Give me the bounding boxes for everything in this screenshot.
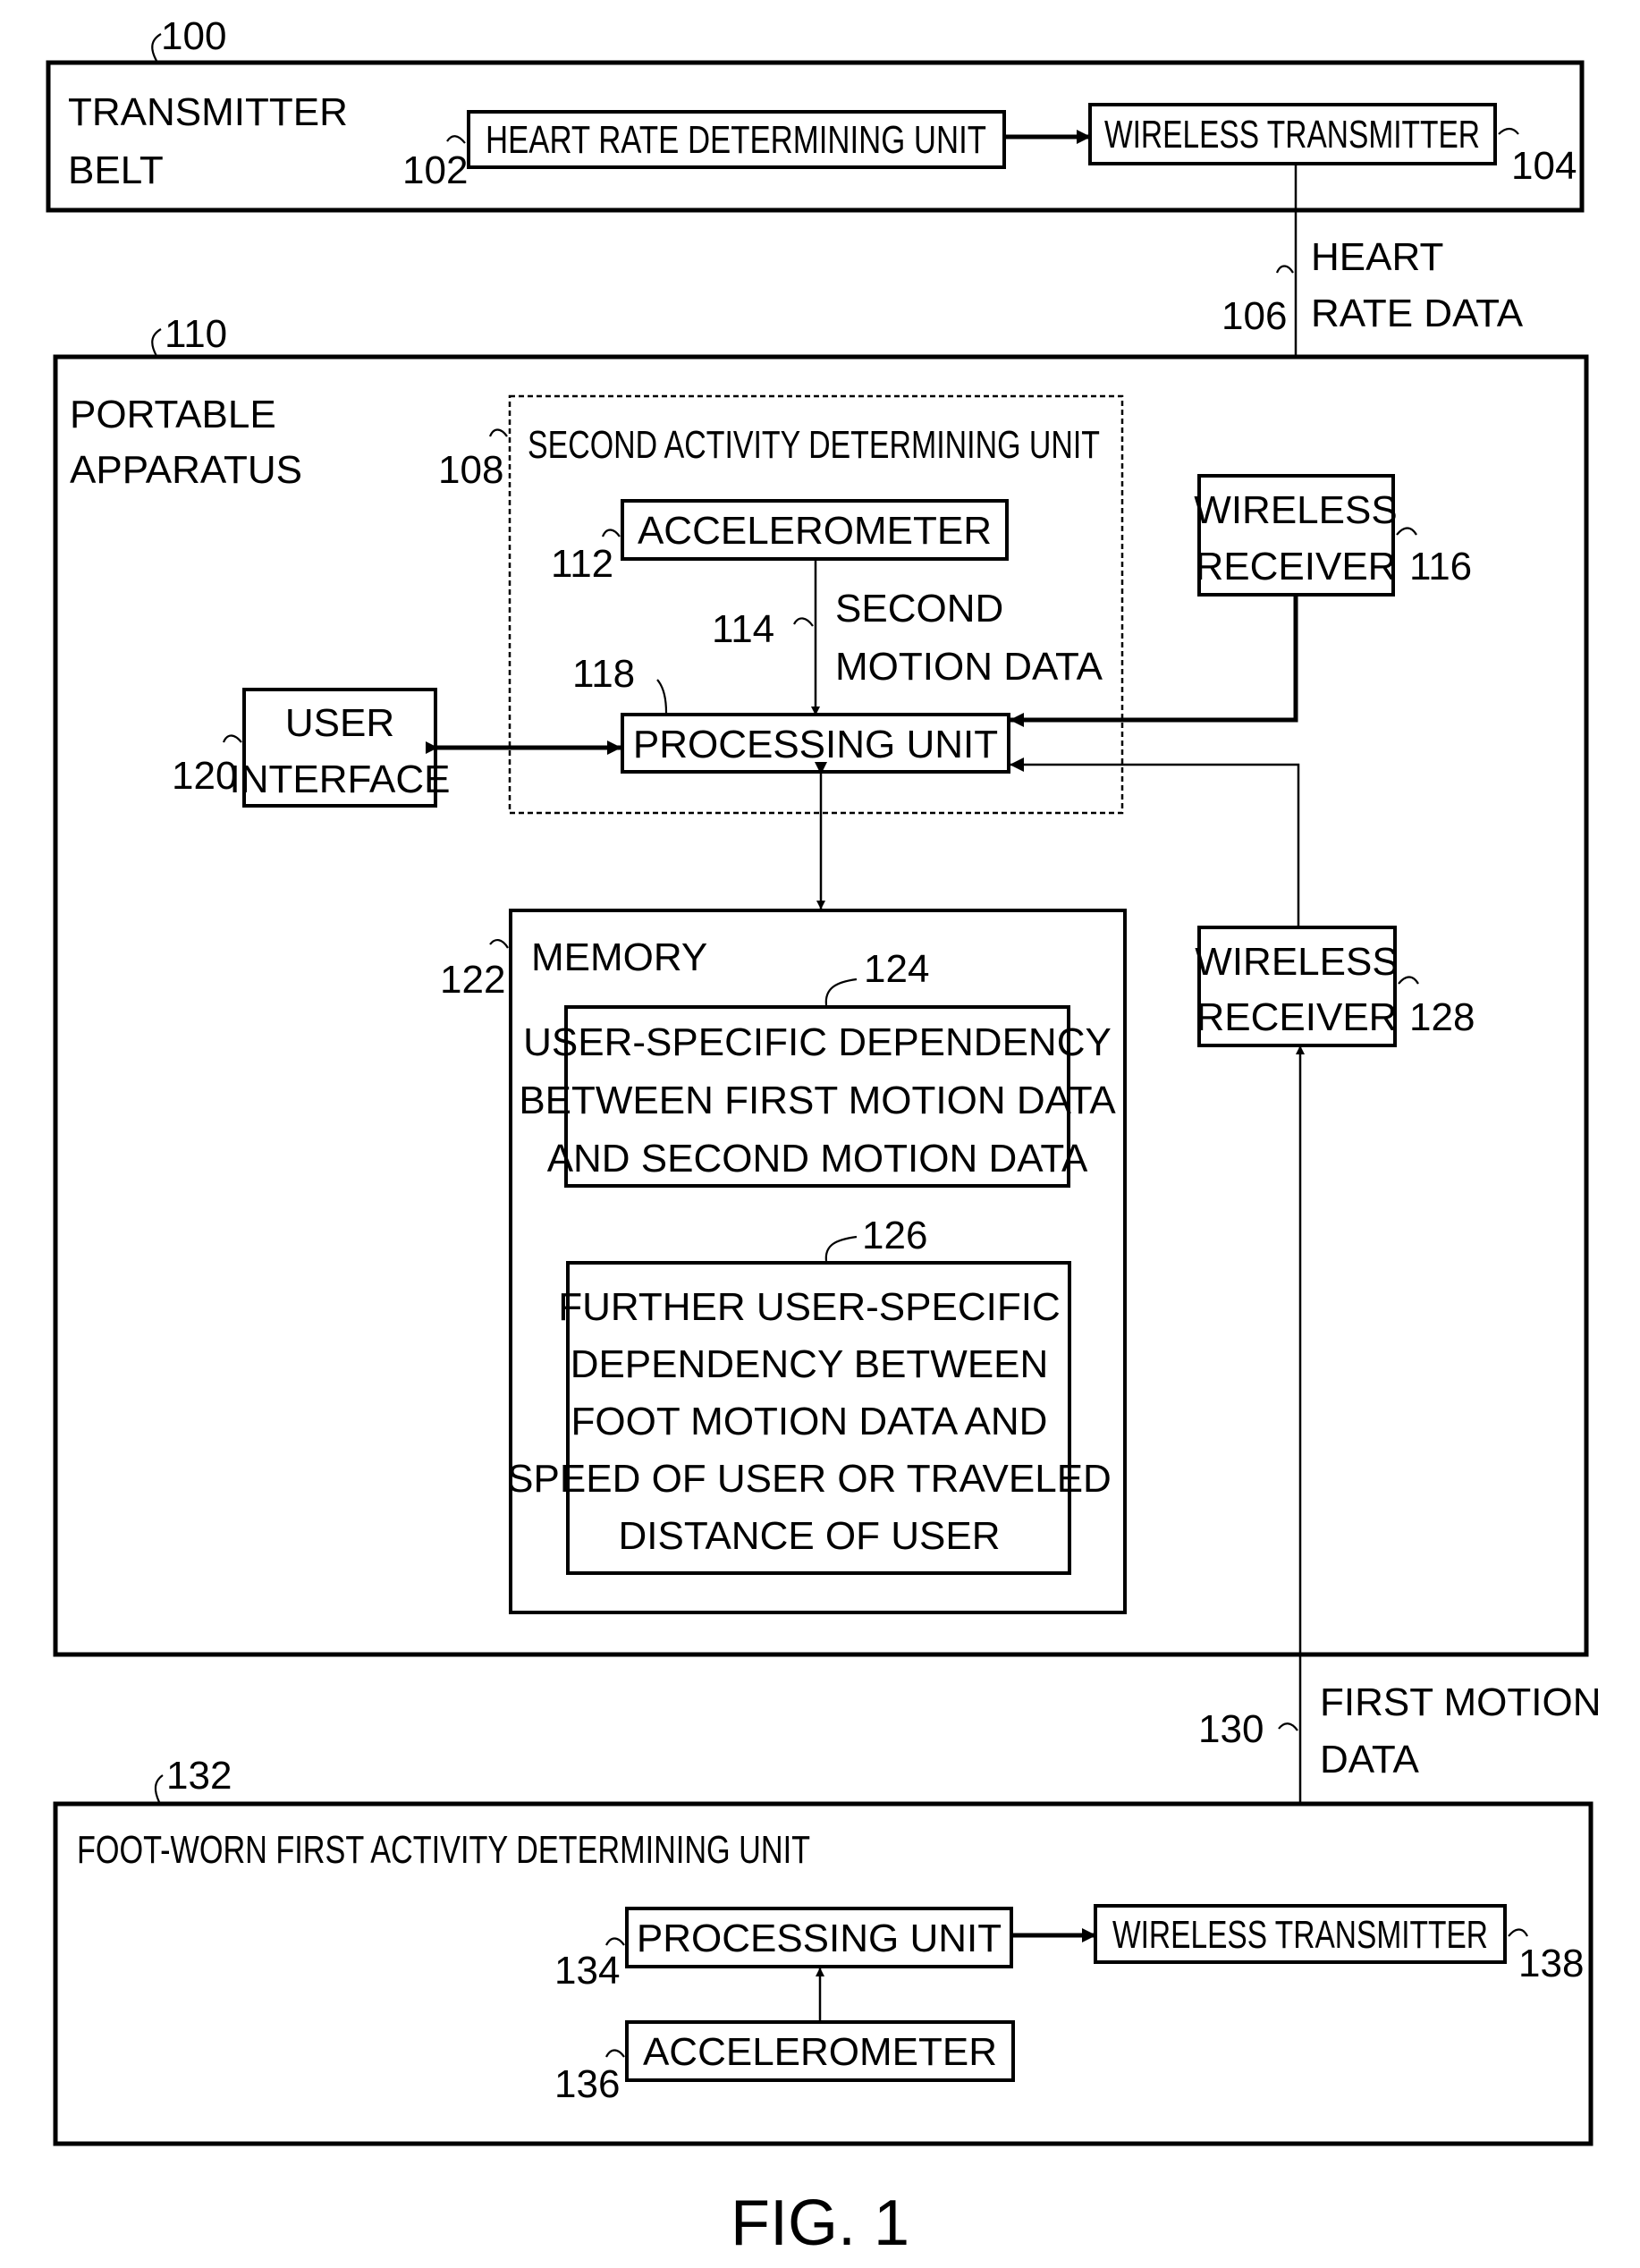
second-motion-data-label-2: MOTION DATA [835, 645, 1103, 689]
ref-100: 100 [161, 14, 226, 58]
second-activity-unit-label: SECOND ACTIVITY DETERMINING UNIT [528, 423, 1100, 467]
wireless-receiver-116-label-2: RECEIVER [1196, 545, 1397, 588]
first-motion-data-label-2: DATA [1320, 1738, 1419, 1781]
dependency-126-line-4: SPEED OF USER OR TRAVELED [507, 1457, 1112, 1501]
ref-104: 104 [1511, 144, 1577, 188]
leader-132 [154, 1774, 164, 1803]
heart-rate-data-label-2: RATE DATA [1311, 292, 1524, 335]
ref-126: 126 [862, 1214, 927, 1257]
leader-130 [1278, 1722, 1298, 1731]
wireless-receiver-128-label-2: RECEIVER [1196, 995, 1398, 1039]
user-interface-label-1: USER [285, 701, 394, 745]
leader-106 [1275, 265, 1294, 274]
accelerometer-1-label: ACCELEROMETER [643, 2030, 997, 2074]
ref-102: 102 [402, 148, 468, 192]
processing-unit-2-label: PROCESSING UNIT [633, 723, 998, 766]
first-motion-data-label-1: FIRST MOTION [1320, 1680, 1602, 1724]
portable-apparatus-label-2: APPARATUS [70, 448, 302, 492]
leader-100 [151, 33, 162, 62]
portable-apparatus-label-1: PORTABLE [70, 393, 276, 436]
ref-118: 118 [572, 652, 635, 696]
ref-136: 136 [554, 2062, 620, 2106]
dependency-124-line-1: USER-SPECIFIC DEPENDENCY [523, 1020, 1112, 1064]
ref-122: 122 [440, 958, 505, 1002]
foot-worn-unit-label: FOOT-WORN FIRST ACTIVITY DETERMINING UNI… [77, 1828, 810, 1872]
processing-unit-1-label: PROCESSING UNIT [637, 1917, 1002, 1960]
dependency-124-line-3: AND SECOND MOTION DATA [547, 1137, 1088, 1181]
dependency-126-line-1: FURTHER USER-SPECIFIC [558, 1285, 1060, 1329]
leader-110 [151, 328, 162, 357]
dependency-124-line-2: BETWEEN FIRST MOTION DATA [519, 1079, 1116, 1122]
ref-124: 124 [864, 947, 929, 991]
heart-rate-unit-label: HEART RATE DETERMINING UNIT [486, 118, 986, 162]
ref-110: 110 [165, 312, 227, 356]
dependency-126-line-3: FOOT MOTION DATA AND [571, 1400, 1048, 1443]
ref-132: 132 [166, 1754, 232, 1798]
foot-worn-unit-block: 132 FOOT-WORN FIRST ACTIVITY DETERMINING… [53, 1754, 1594, 2146]
portable-apparatus-block: 110 PORTABLE APPARATUS SECOND ACTIVITY D… [53, 312, 1589, 1657]
ref-130: 130 [1198, 1707, 1264, 1751]
accelerometer-2-label: ACCELEROMETER [638, 509, 992, 553]
transmitter-belt-label-2: BELT [68, 148, 164, 192]
ref-120: 120 [172, 754, 237, 798]
user-interface-label-2: INTERFACE [230, 757, 451, 801]
block-diagram: 100 TRANSMITTER BELT HEART RATE DETERMIN… [46, 14, 1602, 2259]
memory-label: MEMORY [531, 935, 707, 979]
dependency-126-line-2: DEPENDENCY BETWEEN [571, 1342, 1049, 1386]
second-motion-data-label-1: SECOND [835, 587, 1003, 630]
ref-114: 114 [712, 607, 774, 651]
ref-138: 138 [1518, 1942, 1584, 1985]
wireless-receiver-128-label-1: WIRELESS [1195, 940, 1398, 984]
ref-134: 134 [554, 1949, 620, 1993]
dependency-126-line-5: DISTANCE OF USER [618, 1514, 1000, 1558]
ref-106: 106 [1222, 294, 1287, 338]
transmitter-belt-block: 100 TRANSMITTER BELT HEART RATE DETERMIN… [46, 14, 1585, 213]
transmitter-belt-label-1: TRANSMITTER [68, 90, 348, 134]
wireless-receiver-116-label-1: WIRELESS [1194, 488, 1397, 532]
ref-128: 128 [1409, 995, 1475, 1039]
wireless-transmitter-foot-label: WIRELESS TRANSMITTER [1112, 1913, 1488, 1957]
wireless-transmitter-belt-label: WIRELESS TRANSMITTER [1104, 113, 1480, 157]
ref-112: 112 [551, 542, 613, 586]
figure-caption: FIG. 1 [731, 2188, 909, 2259]
heart-rate-data-label-1: HEART [1311, 235, 1443, 279]
ref-116: 116 [1409, 545, 1472, 588]
ref-108: 108 [438, 448, 503, 492]
